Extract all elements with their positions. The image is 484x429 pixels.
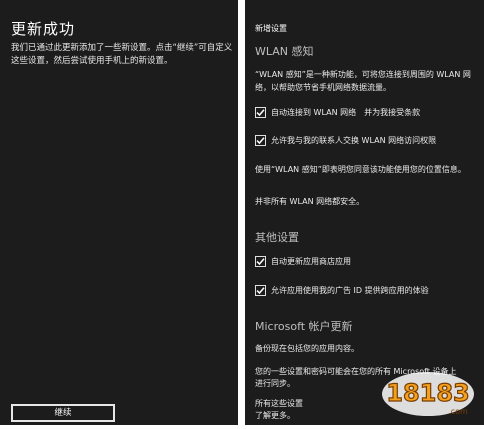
bottom-strip — [0, 425, 484, 429]
advertising-id-label: 允许应用使用我的广告 ID 提供跨应用的体验 — [271, 286, 429, 295]
check-icon — [256, 258, 265, 266]
watermark-text: 18183 — [386, 379, 470, 407]
check-icon — [256, 109, 265, 117]
share-wlan-checkbox[interactable] — [255, 135, 266, 146]
new-settings-title: 新增设置 — [255, 24, 287, 33]
advertising-id-checkbox[interactable] — [255, 285, 266, 296]
check-icon — [256, 137, 265, 145]
left-panel: 更新成功 我们已通过此更新添加了一些新设置。点击“继续”可自定义这些设置，然后尝… — [0, 0, 238, 429]
wlan-security-note: 并非所有 WLAN 网络都安全。 — [255, 197, 365, 206]
continue-button[interactable]: 继续 — [11, 404, 115, 422]
auto-update-checkbox[interactable] — [255, 256, 266, 267]
auto-update-store-apps-option[interactable]: 自动更新应用商店应用 — [255, 255, 351, 268]
backup-text: 备份现在包括您的应用内容。 — [255, 344, 359, 353]
wlan-location-note: 使用“WLAN 感知”即表明您同意该功能使用您的位置信息。 — [255, 165, 466, 174]
auto-update-label: 自动更新应用商店应用 — [271, 257, 351, 266]
watermark-suffix: .com — [448, 407, 468, 416]
update-description: 我们已通过此更新添加了一些新设置。点击“继续”可自定义这些设置，然后尝试使用手机… — [11, 43, 233, 66]
advertising-id-option[interactable]: 允许应用使用我的广告 ID 提供跨应用的体验 — [255, 284, 429, 297]
site-watermark-logo: 18183 .com — [382, 372, 474, 416]
share-wlan-contacts-option[interactable]: 允许我与我的联系人交换 WLAN 网络访问权限 — [255, 134, 436, 147]
auto-connect-label: 自动连接到 WLAN 网络 并为我接受条款 — [271, 108, 421, 117]
page-title: 更新成功 — [11, 20, 76, 38]
wlan-sense-description: “WLAN 感知”是一种新功能，可将您连接到周围的 WLAN 网络，以帮助您节省… — [255, 70, 471, 92]
wlan-sense-heading: WLAN 感知 — [255, 45, 314, 58]
auto-connect-wlan-option[interactable]: 自动连接到 WLAN 网络 并为我接受条款 — [255, 106, 420, 119]
check-icon — [256, 287, 265, 295]
share-wlan-label: 允许我与我的联系人交换 WLAN 网络访问权限 — [271, 136, 437, 145]
other-settings-heading: 其他设置 — [255, 231, 299, 244]
microsoft-account-heading: Microsoft 帐户更新 — [255, 320, 353, 333]
auto-connect-checkbox[interactable] — [255, 107, 266, 118]
